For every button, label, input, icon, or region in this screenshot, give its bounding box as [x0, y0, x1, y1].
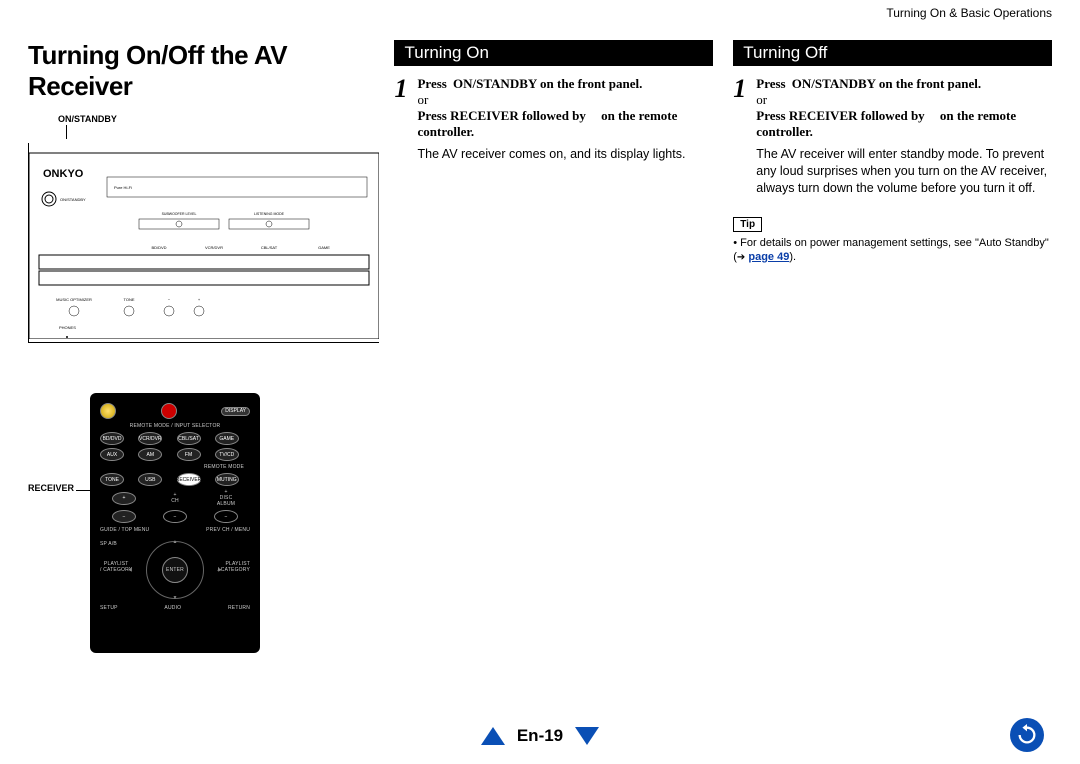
arrow-icon: ➔	[737, 252, 745, 263]
step-instruction-remote: Press RECEIVER followed by on the remote…	[417, 108, 713, 140]
step-body-text: The AV receiver will enter standby mode.…	[756, 146, 1052, 197]
label-receiver: RECEIVER	[28, 483, 76, 493]
label-on-standby: ON/STANDBY	[58, 114, 117, 124]
or-text: or	[417, 92, 713, 108]
brand-logo: ONKYO	[43, 168, 84, 180]
svg-text:SUBWOOFER LEVEL: SUBWOOFER LEVEL	[162, 212, 197, 216]
section-turning-on: Turning On	[394, 40, 713, 66]
svg-text:Pure Hi-Fi: Pure Hi-Fi	[114, 185, 132, 190]
svg-text:CBL/SAT: CBL/SAT	[261, 245, 278, 250]
svg-text:ON/STANDBY: ON/STANDBY	[60, 197, 86, 202]
page-title: Turning On/Off the AV Receiver	[28, 40, 374, 102]
svg-text:PHONES: PHONES	[59, 325, 76, 330]
svg-text:GAME: GAME	[318, 245, 330, 250]
breadcrumb: Turning On & Basic Operations	[0, 0, 1080, 20]
section-turning-off: Turning Off	[733, 40, 1052, 66]
or-text: or	[756, 92, 1052, 108]
front-panel-diagram: ONKYO ON/STANDBY Pure Hi-Fi SUBWOOFER LE…	[28, 143, 379, 343]
page-link[interactable]: page 49	[748, 251, 789, 263]
tip-text: • For details on power management settin…	[733, 236, 1052, 265]
svg-text:BD/DVD: BD/DVD	[151, 245, 166, 250]
svg-text:MUSIC OPTIMIZER: MUSIC OPTIMIZER	[56, 297, 92, 302]
red-button-icon	[161, 403, 177, 419]
svg-text:VCR/DVR: VCR/DVR	[205, 245, 223, 250]
step-instruction: Press ON/STANDBY on the front panel.	[417, 76, 713, 92]
step-number: 1	[733, 76, 746, 102]
step-body-text: The AV receiver comes on, and its displa…	[417, 146, 713, 163]
step-instruction: Press ON/STANDBY on the front panel.	[756, 76, 1052, 92]
svg-text:TONE: TONE	[123, 297, 134, 302]
back-icon[interactable]	[1010, 718, 1044, 752]
power-icon	[100, 403, 116, 419]
prev-page-icon[interactable]	[481, 727, 505, 745]
step-number: 1	[394, 76, 407, 102]
page-number: En-19	[517, 726, 563, 746]
step-instruction-remote: Press RECEIVER followed by on the remote…	[756, 108, 1052, 140]
svg-text:LISTENING MODE: LISTENING MODE	[254, 212, 285, 216]
next-page-icon[interactable]	[575, 727, 599, 745]
tip-label: Tip	[733, 217, 762, 232]
remote-diagram: DISPLAY REMOTE MODE / INPUT SELECTOR BD/…	[90, 393, 260, 653]
